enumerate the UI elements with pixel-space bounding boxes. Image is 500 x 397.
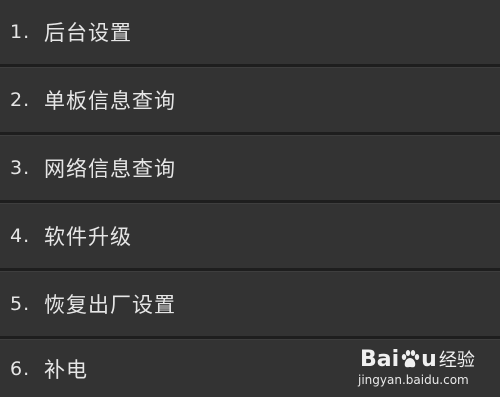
menu-item-number: 2. — [10, 89, 31, 111]
watermark-url: jingyan.baidu.com — [358, 373, 469, 387]
menu-item-label: 单板信息查询 — [44, 89, 176, 113]
baidu-jingyan-watermark: Bai u 经验 jingyan.baidu.com — [358, 347, 488, 389]
menu-item-number: 1. — [10, 21, 31, 43]
menu-item-label: 网络信息查询 — [44, 157, 176, 181]
baidu-logo: Bai u 经验 — [360, 347, 475, 374]
menu-item-number: 5. — [10, 293, 31, 315]
baidu-logo-text-left: Bai — [360, 347, 400, 372]
menu-item-factory-reset[interactable]: 5. 恢复出厂设置 — [0, 272, 500, 336]
menu-item-label: 软件升级 — [44, 225, 132, 249]
baidu-logo-text-right: u — [421, 347, 437, 372]
menu-item-number: 6. — [10, 357, 31, 380]
menu-item-backend-settings[interactable]: 1. 后台设置 — [0, 0, 500, 64]
menu-item-software-upgrade[interactable]: 4. 软件升级 — [0, 204, 500, 268]
menu-item-label: 补电 — [44, 357, 88, 382]
jingyan-logo-text: 经验 — [438, 350, 475, 371]
menu-item-label: 恢复出厂设置 — [44, 293, 176, 317]
menu-item-number: 4. — [10, 225, 31, 247]
settings-menu: 1. 后台设置 2. 单板信息查询 3. 网络信息查询 4. 软件升级 5. 恢… — [0, 0, 500, 397]
menu-item-label: 后台设置 — [44, 21, 132, 45]
menu-item-board-info[interactable]: 2. 单板信息查询 — [0, 68, 500, 132]
menu-item-number: 3. — [10, 157, 31, 179]
menu-item-network-info[interactable]: 3. 网络信息查询 — [0, 136, 500, 200]
paw-icon — [401, 350, 420, 368]
